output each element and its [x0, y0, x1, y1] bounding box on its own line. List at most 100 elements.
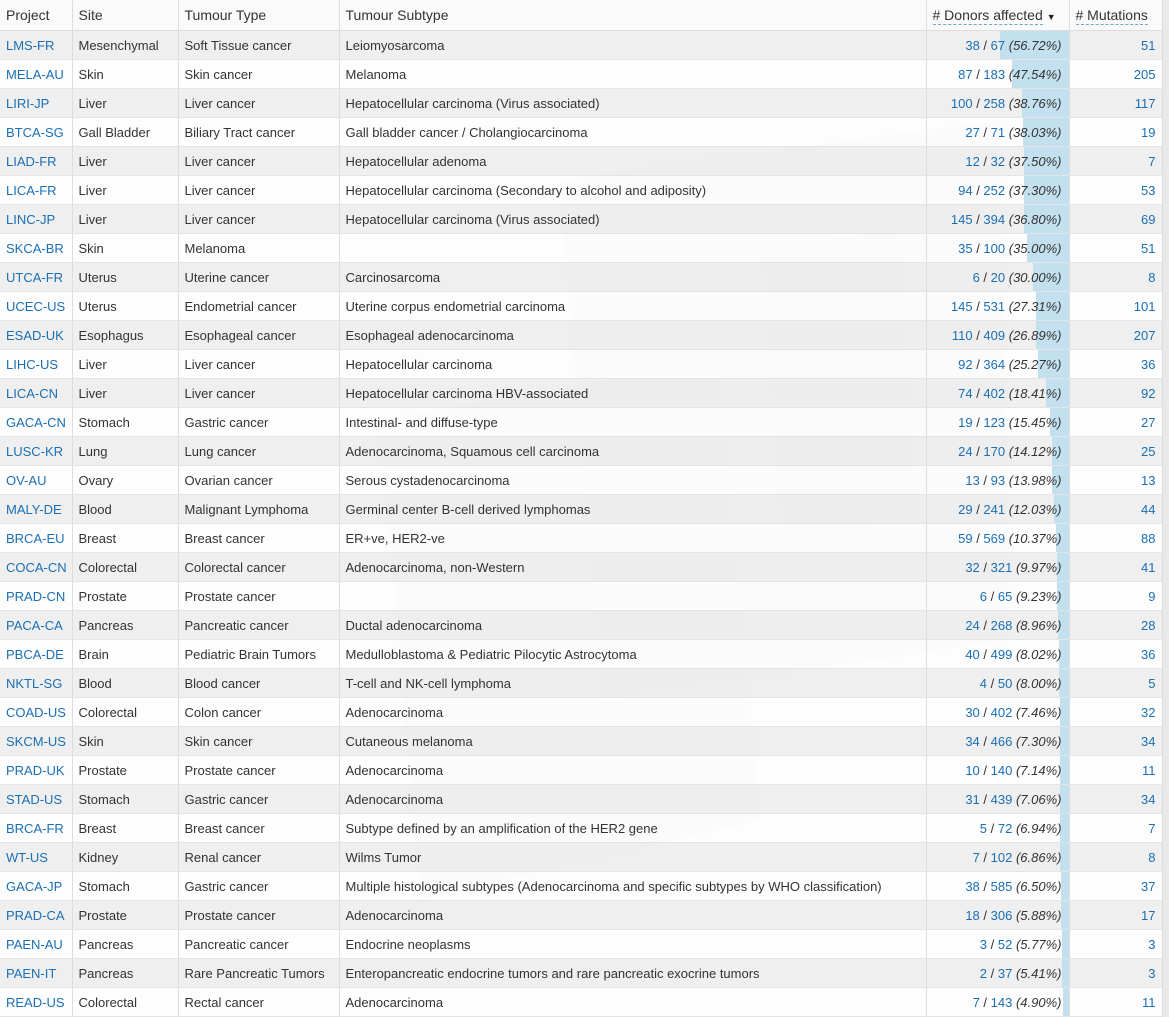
total-donors-link[interactable]: 67	[991, 38, 1005, 53]
project-link[interactable]: PAEN-IT	[6, 966, 56, 981]
affected-donors-link[interactable]: 24	[965, 618, 979, 633]
project-link[interactable]: ESAD-UK	[6, 328, 64, 343]
mutations-link[interactable]: 32	[1141, 705, 1155, 720]
mutations-link[interactable]: 27	[1141, 415, 1155, 430]
total-donors-link[interactable]: 65	[998, 589, 1012, 604]
total-donors-link[interactable]: 258	[983, 96, 1005, 111]
affected-donors-link[interactable]: 6	[973, 270, 980, 285]
mutations-link[interactable]: 36	[1141, 357, 1155, 372]
project-link[interactable]: COAD-US	[6, 705, 66, 720]
mutations-link[interactable]: 69	[1141, 212, 1155, 227]
affected-donors-link[interactable]: 145	[951, 299, 973, 314]
total-donors-link[interactable]: 102	[991, 850, 1013, 865]
total-donors-link[interactable]: 499	[991, 647, 1013, 662]
affected-donors-link[interactable]: 100	[951, 96, 973, 111]
project-link[interactable]: LICA-CN	[6, 386, 58, 401]
total-donors-link[interactable]: 466	[991, 734, 1013, 749]
total-donors-link[interactable]: 268	[991, 618, 1013, 633]
total-donors-link[interactable]: 321	[991, 560, 1013, 575]
column-header-donors-affected[interactable]: # Donors affected ▼	[926, 0, 1070, 31]
total-donors-link[interactable]: 183	[983, 67, 1005, 82]
affected-donors-link[interactable]: 7	[973, 850, 980, 865]
affected-donors-link[interactable]: 12	[965, 154, 979, 169]
affected-donors-link[interactable]: 29	[958, 502, 972, 517]
mutations-link[interactable]: 205	[1134, 67, 1156, 82]
total-donors-link[interactable]: 364	[983, 357, 1005, 372]
affected-donors-link[interactable]: 18	[965, 908, 979, 923]
affected-donors-link[interactable]: 38	[965, 38, 979, 53]
total-donors-link[interactable]: 241	[983, 502, 1005, 517]
total-donors-link[interactable]: 100	[983, 241, 1005, 256]
mutations-link[interactable]: 7	[1148, 821, 1155, 836]
project-link[interactable]: LUSC-KR	[6, 444, 63, 459]
mutations-link[interactable]: 3	[1148, 966, 1155, 981]
affected-donors-link[interactable]: 19	[958, 415, 972, 430]
project-link[interactable]: READ-US	[6, 995, 65, 1010]
total-donors-link[interactable]: 585	[991, 879, 1013, 894]
affected-donors-link[interactable]: 5	[980, 821, 987, 836]
total-donors-link[interactable]: 37	[998, 966, 1012, 981]
project-link[interactable]: SKCM-US	[6, 734, 66, 749]
affected-donors-link[interactable]: 74	[958, 386, 972, 401]
affected-donors-link[interactable]: 145	[951, 212, 973, 227]
affected-donors-link[interactable]: 24	[958, 444, 972, 459]
mutations-link[interactable]: 11	[1142, 995, 1156, 1010]
mutations-link[interactable]: 36	[1141, 647, 1155, 662]
affected-donors-link[interactable]: 7	[973, 995, 980, 1010]
column-header-mutations[interactable]: # Mutations	[1069, 0, 1163, 31]
project-link[interactable]: LICA-FR	[6, 183, 57, 198]
mutations-link[interactable]: 53	[1141, 183, 1155, 198]
project-link[interactable]: LINC-JP	[6, 212, 55, 227]
mutations-link[interactable]: 37	[1141, 879, 1155, 894]
mutations-link[interactable]: 41	[1141, 560, 1155, 575]
affected-donors-link[interactable]: 3	[980, 937, 987, 952]
mutations-link[interactable]: 13	[1141, 473, 1155, 488]
mutations-link[interactable]: 101	[1134, 299, 1156, 314]
mutations-link[interactable]: 17	[1141, 908, 1155, 923]
affected-donors-link[interactable]: 94	[958, 183, 972, 198]
total-donors-link[interactable]: 402	[983, 386, 1005, 401]
project-link[interactable]: LIHC-US	[6, 357, 58, 372]
affected-donors-link[interactable]: 13	[965, 473, 979, 488]
mutations-link[interactable]: 88	[1141, 531, 1155, 546]
mutations-link[interactable]: 34	[1141, 792, 1155, 807]
total-donors-link[interactable]: 306	[991, 908, 1013, 923]
mutations-link[interactable]: 51	[1141, 241, 1155, 256]
mutations-link[interactable]: 28	[1141, 618, 1155, 633]
affected-donors-link[interactable]: 10	[965, 763, 979, 778]
project-link[interactable]: OV-AU	[6, 473, 46, 488]
project-link[interactable]: SKCA-BR	[6, 241, 64, 256]
mutations-link[interactable]: 9	[1148, 589, 1155, 604]
project-link[interactable]: BRCA-FR	[6, 821, 64, 836]
mutations-link[interactable]: 92	[1141, 386, 1155, 401]
project-link[interactable]: BRCA-EU	[6, 531, 65, 546]
project-link[interactable]: MALY-DE	[6, 502, 62, 517]
mutations-link[interactable]: 51	[1141, 38, 1155, 53]
total-donors-link[interactable]: 252	[983, 183, 1005, 198]
mutations-link[interactable]: 8	[1148, 850, 1155, 865]
total-donors-link[interactable]: 123	[983, 415, 1005, 430]
affected-donors-link[interactable]: 38	[965, 879, 979, 894]
affected-donors-link[interactable]: 6	[980, 589, 987, 604]
project-link[interactable]: PAEN-AU	[6, 937, 63, 952]
project-link[interactable]: NKTL-SG	[6, 676, 62, 691]
total-donors-link[interactable]: 20	[991, 270, 1005, 285]
affected-donors-link[interactable]: 87	[958, 67, 972, 82]
affected-donors-link[interactable]: 30	[965, 705, 979, 720]
caret-down-icon[interactable]: ▼	[1047, 12, 1056, 22]
affected-donors-link[interactable]: 32	[965, 560, 979, 575]
project-link[interactable]: LIRI-JP	[6, 96, 49, 111]
affected-donors-link[interactable]: 27	[965, 125, 979, 140]
total-donors-link[interactable]: 52	[998, 937, 1012, 952]
project-link[interactable]: UTCA-FR	[6, 270, 63, 285]
mutations-link[interactable]: 19	[1141, 125, 1155, 140]
column-header-tumour-subtype[interactable]: Tumour Subtype	[339, 0, 927, 31]
project-link[interactable]: WT-US	[6, 850, 48, 865]
total-donors-link[interactable]: 439	[991, 792, 1013, 807]
column-header-tumour-type[interactable]: Tumour Type	[178, 0, 340, 31]
affected-donors-link[interactable]: 2	[980, 966, 987, 981]
total-donors-link[interactable]: 140	[991, 763, 1013, 778]
affected-donors-link[interactable]: 40	[965, 647, 979, 662]
project-link[interactable]: GACA-CN	[6, 415, 66, 430]
total-donors-link[interactable]: 32	[991, 154, 1005, 169]
